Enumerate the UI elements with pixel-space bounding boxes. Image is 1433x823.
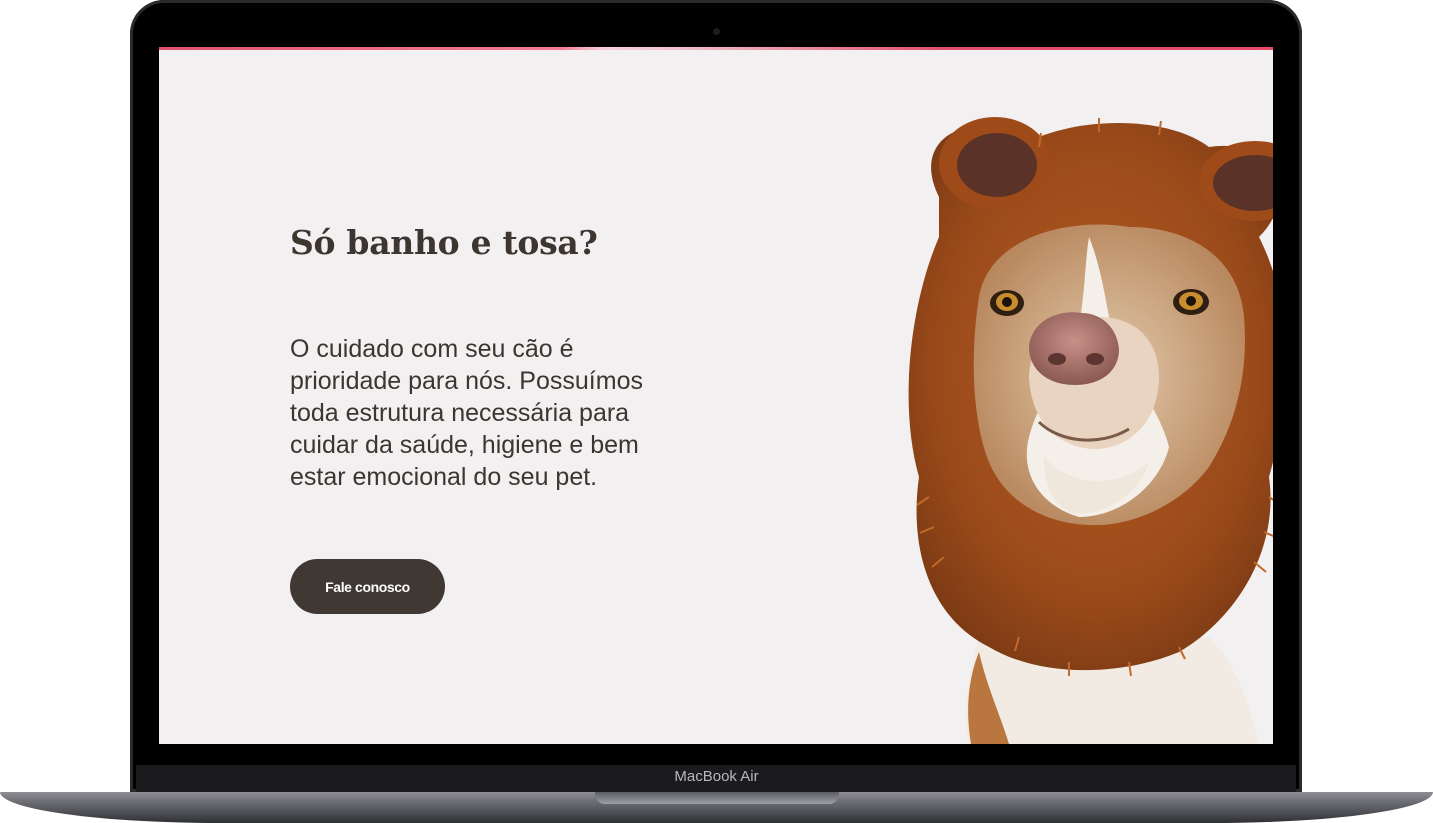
dog-nose bbox=[1029, 312, 1119, 385]
hood-left-ear-inner bbox=[957, 133, 1037, 197]
device-brand-label: MacBook Air bbox=[674, 768, 759, 785]
top-accent-bar bbox=[159, 47, 1273, 50]
dog-in-bear-hood-photo bbox=[908, 117, 1273, 744]
camera-icon bbox=[713, 28, 720, 35]
hero-title: Só banho e tosa? bbox=[290, 223, 598, 262]
dog-right-nostril bbox=[1086, 353, 1104, 365]
contact-button[interactable]: Fale conosco bbox=[290, 559, 445, 614]
dog-left-pupil bbox=[1002, 297, 1012, 307]
website-screen: Só banho e tosa? O cuidado com seu cão é… bbox=[159, 47, 1273, 744]
dog-right-pupil bbox=[1186, 296, 1196, 306]
hero-description: O cuidado com seu cão é prioridade para … bbox=[290, 335, 643, 491]
laptop-base-notch bbox=[595, 792, 839, 804]
dog-left-nostril bbox=[1048, 353, 1066, 365]
